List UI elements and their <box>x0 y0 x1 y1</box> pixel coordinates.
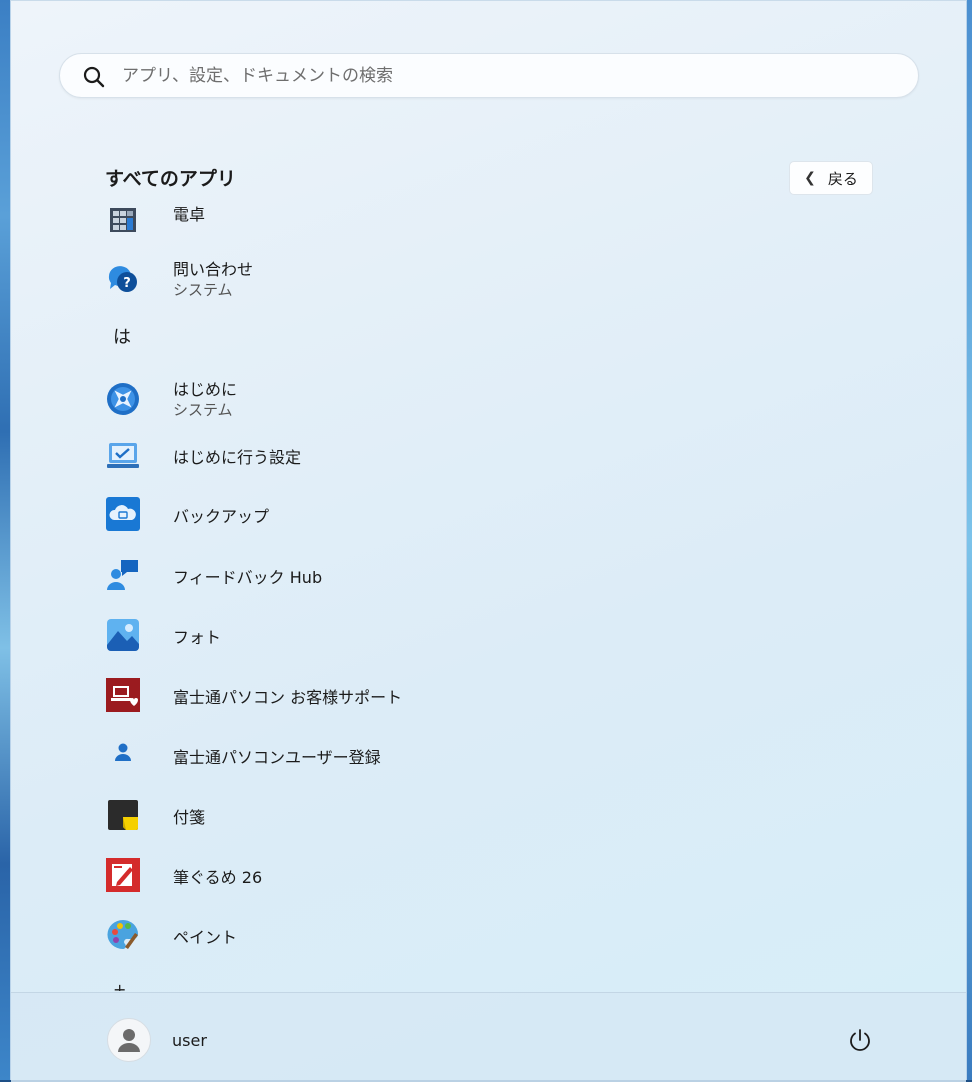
feedback-hub-icon <box>107 560 138 590</box>
app-item-sticky-notes[interactable]: 付箋 <box>95 790 875 840</box>
backup-cloud-icon <box>106 497 140 531</box>
photos-icon <box>107 619 139 651</box>
app-item-calculator[interactable]: 電卓 <box>95 193 875 243</box>
app-name: はじめに <box>173 380 238 399</box>
app-name: 筆ぐるめ 26 <box>173 868 263 887</box>
start-menu: すべてのアプリ ❮ 戻る 電卓 ? 問い合わせ システム は <box>10 0 968 1082</box>
app-name: ペイント <box>173 928 238 947</box>
app-name: フォト <box>173 628 222 647</box>
fudegurume-icon <box>106 858 140 892</box>
app-item-setup[interactable]: はじめに行う設定 <box>95 430 875 480</box>
app-item-backup[interactable]: バックアップ <box>95 489 875 539</box>
app-list[interactable]: 電卓 ? 問い合わせ システム は はじめに システム はじめに行う設定 バック… <box>11 1 968 991</box>
app-item-photos[interactable]: フォト <box>95 610 875 660</box>
start-footer <box>11 992 966 1082</box>
power-icon[interactable] <box>847 1027 873 1053</box>
app-name: バックアップ <box>173 507 270 526</box>
setup-pc-icon <box>107 443 139 468</box>
app-subtitle: システム <box>173 281 233 299</box>
fujitsu-support-icon <box>106 678 140 712</box>
app-item-fujitsu-registration[interactable]: 富士通パソコンユーザー登録 <box>95 730 875 780</box>
user-avatar-icon <box>118 1029 140 1052</box>
get-help-icon: ? <box>108 266 137 292</box>
user-name[interactable]: user <box>172 1031 207 1050</box>
section-letter-partial[interactable]: + <box>113 980 126 991</box>
section-letter-ha[interactable]: は <box>113 323 131 349</box>
app-name: 問い合わせ <box>173 260 254 279</box>
app-name: フィードバック Hub <box>173 568 323 587</box>
svg-text:?: ? <box>123 276 131 291</box>
app-item-get-help[interactable]: ? 問い合わせ システム <box>95 254 875 304</box>
get-started-icon <box>107 383 139 415</box>
app-name: 富士通パソコン お客様サポート <box>173 688 403 707</box>
app-subtitle: システム <box>173 401 233 419</box>
app-item-get-started[interactable]: はじめに システム <box>95 374 875 424</box>
app-item-feedback-hub[interactable]: フィードバック Hub <box>95 550 875 600</box>
app-item-fujitsu-support[interactable]: 富士通パソコン お客様サポート <box>95 670 875 720</box>
app-name: 富士通パソコンユーザー登録 <box>173 748 381 767</box>
app-item-paint[interactable]: ペイント <box>95 910 875 960</box>
app-name: 電卓 <box>173 205 206 224</box>
app-name: はじめに行う設定 <box>173 448 302 467</box>
calculator-icon <box>110 208 136 232</box>
app-name: 付箋 <box>173 808 206 827</box>
avatar[interactable] <box>107 1018 151 1062</box>
user-registration-icon <box>115 743 131 761</box>
app-item-fudegurume[interactable]: 筆ぐるめ 26 <box>95 850 875 900</box>
sticky-notes-icon <box>108 800 138 830</box>
paint-palette-icon <box>107 920 138 949</box>
